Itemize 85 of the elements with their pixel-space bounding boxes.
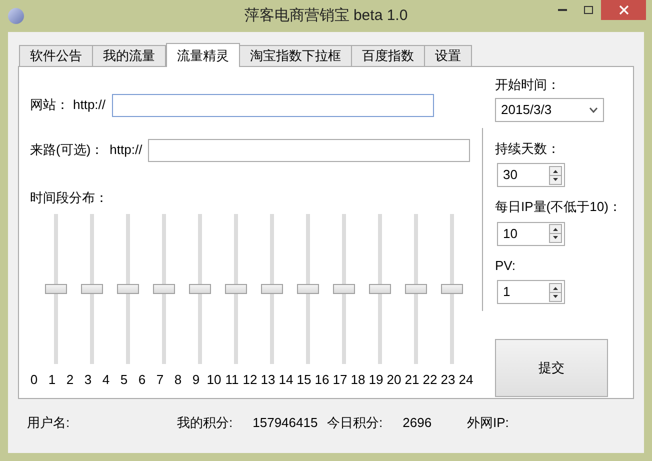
status-value: 157946415 xyxy=(252,414,318,432)
spin-arrows-icon xyxy=(549,282,562,302)
slider[interactable] xyxy=(261,214,283,364)
hour-label: 20 xyxy=(386,370,402,388)
referrer-field[interactable] xyxy=(148,138,470,162)
date-dropdown[interactable]: 2015/3/3 xyxy=(495,98,604,122)
field-label: 开始时间： xyxy=(495,76,561,94)
app-icon xyxy=(8,8,24,24)
field-label: PV: xyxy=(495,256,516,274)
field-label: 来路(可选)： xyxy=(30,141,104,160)
field-label: 网站： xyxy=(30,96,69,114)
slider[interactable] xyxy=(333,214,355,364)
close-button[interactable] xyxy=(601,0,646,20)
close-icon xyxy=(618,5,628,15)
field-label: 持续天数： xyxy=(495,140,561,158)
tab[interactable]: 软件公告 xyxy=(19,45,93,66)
status-label: 我的积分: xyxy=(177,414,233,432)
slider-thumb[interactable] xyxy=(225,284,247,294)
hour-label: 18 xyxy=(350,370,366,388)
tab[interactable]: 我的流量 xyxy=(92,45,166,66)
slider[interactable] xyxy=(441,214,463,364)
hour-label: 1 xyxy=(47,370,57,388)
website-field[interactable] xyxy=(112,94,434,116)
hour-label: 14 xyxy=(278,370,294,388)
slider[interactable] xyxy=(297,214,319,364)
hour-label: 17 xyxy=(332,370,348,388)
hour-label: 10 xyxy=(206,370,222,388)
slider-thumb[interactable] xyxy=(297,284,319,294)
slider-thumb[interactable] xyxy=(333,284,355,294)
slider[interactable] xyxy=(225,214,247,364)
status-label: 外网IP: xyxy=(467,414,509,432)
hour-label: 2 xyxy=(65,370,75,388)
url-prefix: http:// xyxy=(73,96,106,114)
number-spinner[interactable]: 10 xyxy=(497,222,565,246)
spin-arrows-icon xyxy=(549,224,562,243)
window-title: 萍客电商营销宝 beta 1.0 xyxy=(244,6,408,24)
section-label: 时间段分布： xyxy=(30,190,108,205)
slider-thumb[interactable] xyxy=(45,284,67,294)
hour-label: 22 xyxy=(422,370,438,388)
slider-thumb[interactable] xyxy=(261,284,283,294)
hour-label: 8 xyxy=(173,370,183,388)
hour-label: 6 xyxy=(137,370,147,388)
slider-thumb[interactable] xyxy=(189,284,211,294)
status-label: 今日积分: xyxy=(327,414,383,432)
slider[interactable] xyxy=(117,214,139,364)
slider[interactable] xyxy=(45,214,67,364)
slider[interactable] xyxy=(189,214,211,364)
hour-label: 9 xyxy=(191,370,201,388)
hour-label: 16 xyxy=(314,370,330,388)
submit-button[interactable]: 提交 xyxy=(495,338,608,396)
slider-thumb[interactable] xyxy=(117,284,139,294)
hour-label: 7 xyxy=(155,370,165,388)
field-label: 每日IP量(不低于10)： xyxy=(495,198,622,216)
slider-thumb[interactable] xyxy=(153,284,175,294)
hour-label: 4 xyxy=(101,370,111,388)
slider-thumb[interactable] xyxy=(405,284,427,294)
number-spinner[interactable]: 1 xyxy=(497,280,565,304)
status-value: 2696 xyxy=(402,414,432,432)
tab[interactable]: 淘宝指数下拉框 xyxy=(239,45,352,66)
hour-label: 12 xyxy=(242,370,258,388)
hour-label: 3 xyxy=(83,370,93,388)
tab[interactable]: 流量精灵 xyxy=(166,43,240,67)
hour-label: 0 xyxy=(29,370,39,388)
slider-thumb[interactable] xyxy=(369,284,391,294)
tab[interactable]: 设置 xyxy=(424,45,472,66)
hour-label: 24 xyxy=(458,370,474,388)
slider[interactable] xyxy=(369,214,391,364)
status-label: 用户名: xyxy=(27,414,70,432)
slider-thumb[interactable] xyxy=(441,284,463,294)
slider[interactable] xyxy=(153,214,175,364)
url-prefix: http:// xyxy=(110,141,142,160)
slider[interactable] xyxy=(81,214,103,364)
tab[interactable]: 百度指数 xyxy=(351,45,425,66)
slider[interactable] xyxy=(405,214,427,364)
hour-label: 21 xyxy=(404,370,420,388)
number-spinner[interactable]: 30 xyxy=(497,163,565,187)
hour-label: 11 xyxy=(224,370,240,388)
hour-label: 19 xyxy=(368,370,384,388)
hour-label: 5 xyxy=(119,370,129,388)
hour-label: 23 xyxy=(440,370,456,388)
chevron-down-icon xyxy=(589,106,598,112)
hour-label: 13 xyxy=(260,370,276,388)
slider-thumb[interactable] xyxy=(81,284,103,294)
spin-arrows-icon xyxy=(549,166,562,184)
hour-label: 15 xyxy=(296,370,312,388)
